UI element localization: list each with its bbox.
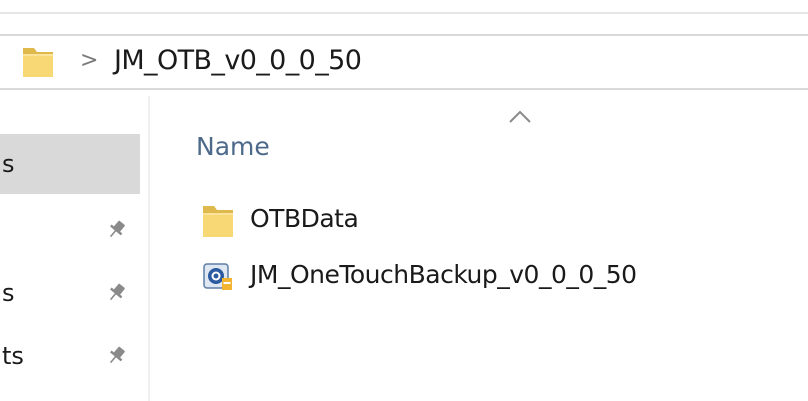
application-icon bbox=[203, 263, 232, 290]
sort-ascending-icon bbox=[509, 110, 531, 123]
nav-item-label[interactable]: s bbox=[2, 150, 15, 178]
pin-icon[interactable] bbox=[106, 281, 128, 303]
folder-icon bbox=[23, 48, 53, 77]
breadcrumb-separator[interactable]: > bbox=[80, 47, 98, 75]
breadcrumb-current-folder[interactable]: JM_OTB_v0_0_0_50 bbox=[114, 45, 362, 77]
nav-item-selected-highlight bbox=[0, 134, 140, 194]
list-item[interactable]: JM_OneTouchBackup_v0_0_0_50 bbox=[196, 256, 756, 296]
list-item-name: OTBData bbox=[250, 204, 359, 233]
column-header-name[interactable]: Name bbox=[196, 132, 270, 162]
nav-item-label[interactable]: ts bbox=[2, 342, 24, 370]
ribbon-divider bbox=[0, 12, 808, 14]
pin-icon[interactable] bbox=[106, 218, 128, 240]
nav-item-label[interactable]: s bbox=[2, 279, 15, 307]
list-item-name: JM_OneTouchBackup_v0_0_0_50 bbox=[250, 260, 637, 289]
pin-icon[interactable] bbox=[106, 344, 128, 366]
folder-icon bbox=[203, 206, 233, 237]
list-item[interactable]: OTBData bbox=[196, 200, 756, 240]
file-explorer-window: > JM_OTB_v0_0_0_50 s s ts Name OTBData J… bbox=[0, 0, 808, 401]
pane-divider[interactable] bbox=[148, 96, 150, 401]
